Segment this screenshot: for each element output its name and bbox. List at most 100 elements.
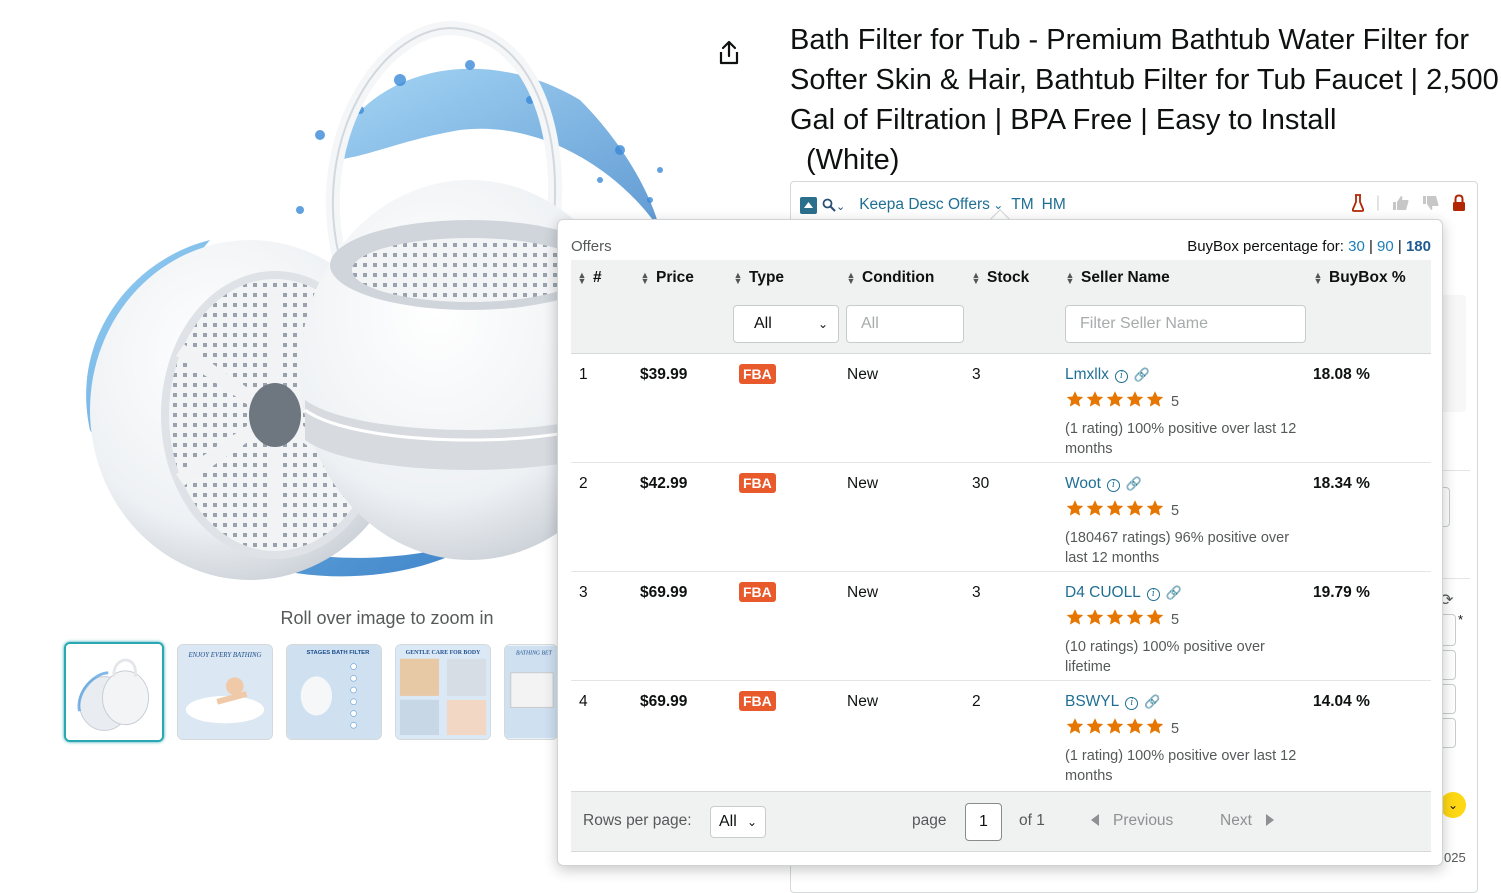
seller-cell: Lmxllx i 🔗 5 (1 rating) 100% positive over… [1065,366,1305,459]
seller-filter-input[interactable] [1065,305,1306,343]
next-page-button[interactable]: Next [1220,812,1274,830]
column-label: Condition [862,269,935,286]
seller-rating-text: (1 rating) 100% positive over last 12 mo… [1065,421,1297,457]
collapse-button[interactable] [800,196,817,214]
info-icon[interactable]: i [1114,370,1128,383]
condition-filter-input[interactable] [846,305,964,343]
page-total-label: of 1 [1019,812,1045,829]
info-icon[interactable]: i [1106,479,1120,492]
star-rating [1065,499,1165,523]
sort-icon: ▲ ▼ [640,270,650,286]
pagination-footer: Rows per page: All ⌄ page 1 of 1 Previous… [571,791,1431,852]
search-dropdown[interactable]: ⌄ [822,197,845,214]
column-header-stock[interactable]: ▲ ▼ Stock [971,269,1030,287]
buybox-percentage: 18.34 % [1313,475,1370,492]
sort-icon: ▲ ▼ [1065,270,1075,286]
thumbnail-2[interactable]: ENJOY EVERY BATHING [177,644,273,740]
buybox-period-30[interactable]: 30 [1348,238,1365,255]
seller-rating-text: (1 rating) 100% positive over last 12 mo… [1065,748,1297,784]
lock-icon[interactable] [1452,194,1466,212]
popup-header: Offers BuyBox percentage for: 30 | 90 | … [571,238,1431,255]
star-icon [1146,391,1164,407]
star-icon [1106,391,1124,407]
star-icon [1066,500,1084,516]
link-icon[interactable]: 🔗 [1144,694,1160,710]
caret-left-icon [1091,814,1099,826]
star-rating [1065,390,1165,414]
star-icon [1126,391,1144,407]
thumbnail-4[interactable]: GENTLE CARE FOR BODY [395,644,491,740]
offer-stock: 2 [972,693,981,710]
offer-stock: 3 [972,366,981,383]
seller-link[interactable]: D4 CUOLL [1065,584,1141,601]
star-icon [1066,609,1084,625]
thumbnail-image [66,644,162,740]
star-icon [1086,391,1104,407]
table-row: 3 $69.99 FBA New 3 D4 CUOLL i 🔗 5 (10 rati… [571,572,1431,681]
seller-link[interactable]: BSWYL [1065,693,1119,710]
star-count: 5 [1171,612,1180,628]
seller-cell: BSWYL i 🔗 5 (1 rating) 100% positive over … [1065,693,1305,786]
seller-link[interactable]: Woot [1065,475,1101,492]
offer-number: 3 [579,584,588,601]
thumbnail-caption: BATHING BET [516,650,553,656]
offers-popup: Offers BuyBox percentage for: 30 | 90 | … [557,219,1443,866]
column-header-type[interactable]: ▲ ▼ Type [733,269,785,287]
thumbs-down-icon[interactable] [1422,195,1440,211]
offer-price: $39.99 [640,366,688,383]
keepa-offers-menu[interactable]: Keepa Desc Offers ⌄ [859,196,1003,214]
thumbnail-strip: ENJOY EVERY BATHING STAGES BATH FILTER G… [64,642,558,742]
thumbnail-3[interactable]: STAGES BATH FILTER [286,644,382,740]
offer-condition: New [847,693,879,710]
thumbnail-1[interactable] [64,642,164,742]
offers-heading: Offers [571,238,612,255]
star-icon [1066,718,1084,734]
keepa-offers-label: Keepa Desc Offers [859,196,990,213]
thumbnail-image: GENTLE CARE FOR BODY [396,645,490,739]
link-icon[interactable]: 🔗 [1134,367,1150,383]
seller-link[interactable]: Lmxllx [1065,366,1109,383]
star-count: 5 [1171,721,1180,737]
column-header-price[interactable]: ▲ ▼ Price [640,269,694,287]
thumbs-up-icon[interactable] [1392,195,1410,211]
column-header-seller[interactable]: ▲ ▼ Seller Name [1065,269,1170,287]
buybox-period-180[interactable]: 180 [1406,238,1431,255]
rows-per-page-label: Rows per page: [583,812,692,829]
column-header-condition[interactable]: ▲ ▼ Condition [846,269,935,287]
tm-link[interactable]: TM [1011,196,1033,214]
product-title-text: Bath Filter for Tub - Premium Bathtub Wa… [790,24,1499,136]
previous-page-button[interactable]: Previous [1091,812,1173,830]
link-icon[interactable]: 🔗 [1126,476,1142,492]
previous-label: Previous [1113,812,1174,829]
chevron-down-icon: ⌄ [746,815,757,829]
page-number-input[interactable]: 1 [965,803,1002,841]
thumbnail-image: ENJOY EVERY BATHING [178,645,272,739]
expand-button[interactable]: ⌄ [1440,792,1466,818]
rows-per-page-select[interactable]: All ⌄ [710,806,766,838]
offer-number: 4 [579,693,588,710]
column-header-number[interactable]: ▲ ▼ # [577,269,602,287]
page-label: page [912,812,947,829]
flask-icon[interactable] [1351,194,1364,212]
sort-icon: ▲ ▼ [971,270,981,286]
column-header-buybox[interactable]: ▲ ▼ BuyBox % [1313,269,1406,287]
info-icon[interactable]: i [1125,697,1139,710]
product-title: Bath Filter for Tub - Premium Bathtub Wa… [790,20,1501,180]
link-icon[interactable]: 🔗 [1166,585,1182,601]
buybox-period-90[interactable]: 90 [1377,238,1394,255]
info-icon[interactable]: i [1146,588,1160,601]
offer-condition: New [847,366,879,383]
thumbnail-5[interactable]: BATHING BET [504,644,558,740]
offer-stock: 30 [972,475,990,492]
thumbnail-image: STAGES BATH FILTER [287,645,381,739]
type-filter-value: All [754,315,772,332]
star-icon [1126,500,1144,516]
hm-link[interactable]: HM [1042,196,1066,214]
product-variant: (White) [806,144,900,176]
fba-badge: FBA [739,691,776,711]
seller-rating-text: (10 ratings) 100% positive over lifetime [1065,639,1265,675]
offer-condition: New [847,475,879,492]
share-button[interactable] [714,38,744,68]
offer-price: $69.99 [640,584,688,601]
type-filter-select[interactable]: All ⌄ [733,305,839,343]
